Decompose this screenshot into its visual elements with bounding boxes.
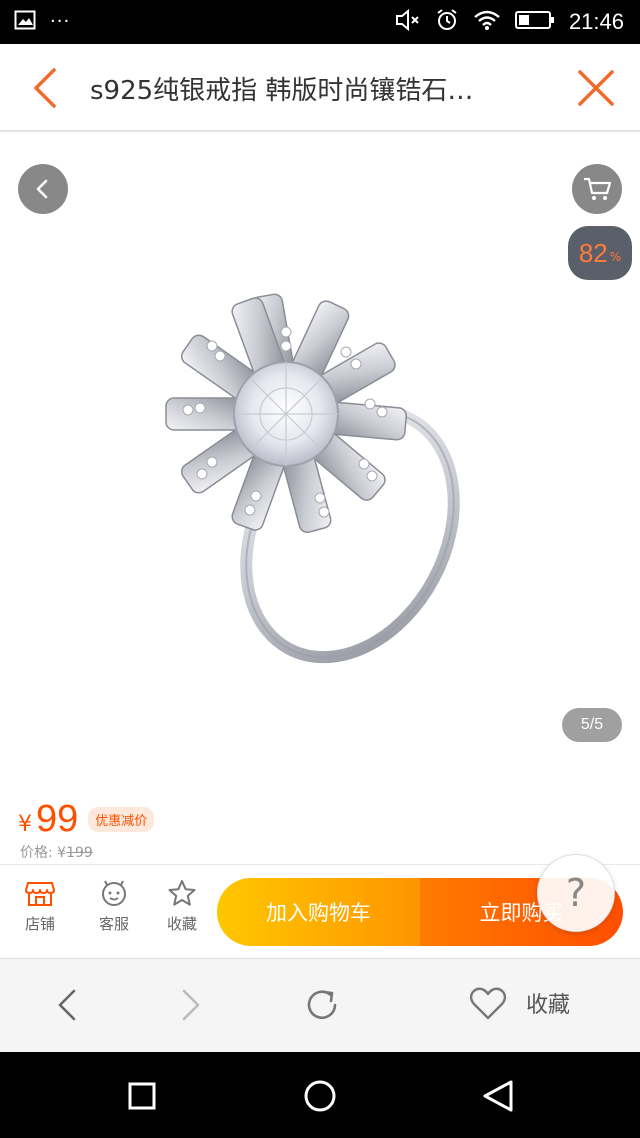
percent-value: 82 (578, 237, 608, 268)
clock: 21:46 (568, 9, 624, 34)
refresh-button[interactable] (302, 985, 342, 1025)
chevron-left-icon (58, 989, 76, 1021)
price-row: ¥ 99 优惠减价 (18, 798, 155, 841)
original-price-label: 价格: ¥ (20, 845, 67, 861)
close-button[interactable] (574, 66, 618, 110)
system-back-button[interactable] (478, 1076, 518, 1116)
promo-tag: 优惠减价 (88, 807, 155, 832)
system-nav-bar (0, 1052, 640, 1138)
home-button[interactable] (300, 1076, 340, 1116)
battery-icon (514, 9, 555, 35)
shop-button[interactable]: 店铺 (12, 879, 68, 934)
star-icon (168, 880, 196, 906)
more-notifications-icon: ··· (50, 11, 71, 32)
gallery-back-button[interactable] (18, 164, 68, 214)
chevron-left-icon (36, 179, 48, 199)
help-button[interactable]: ? (537, 854, 615, 932)
page-indicator: 5/5 (562, 708, 622, 742)
status-bar: ··· 21:46 (0, 0, 640, 44)
store-icon (25, 882, 55, 906)
original-price-row: 价格: ¥199 (20, 842, 93, 862)
product-image-ring (165, 293, 460, 664)
current-price: 99 (36, 798, 79, 840)
service-label: 客服 (98, 915, 129, 933)
original-price: 199 (66, 845, 93, 861)
browser-favorite-button[interactable]: 收藏 (468, 985, 570, 1021)
wifi-icon (473, 9, 501, 35)
mute-icon (395, 8, 421, 36)
title-bar: s925纯银戒指 韩版时尚镶锆石… (0, 44, 640, 132)
browser-back-button[interactable] (52, 985, 82, 1025)
page-title: s925纯银戒指 韩版时尚镶锆石… (90, 76, 474, 106)
square-icon (128, 1082, 156, 1110)
add-to-cart-button[interactable]: 加入购物车 (217, 878, 420, 946)
image-icon (14, 10, 36, 34)
percent-sign: % (609, 250, 622, 264)
shopping-cart-icon (584, 177, 612, 200)
browser-nav-bar: 收藏 (0, 958, 640, 1052)
browser-forward-button[interactable] (176, 985, 206, 1025)
currency-symbol: ¥ (18, 812, 32, 837)
browser-favorite-label: 收藏 (526, 993, 571, 1018)
recent-apps-button[interactable] (122, 1076, 162, 1116)
refresh-icon (307, 990, 337, 1020)
chevron-right-icon (182, 989, 200, 1021)
heart-icon (469, 987, 507, 1020)
customer-service-icon (102, 880, 126, 906)
favorite-label: 收藏 (166, 915, 197, 933)
back-button[interactable] (22, 64, 70, 112)
price-section: ¥ 99 优惠减价 价格: ¥199 (0, 794, 640, 864)
percent-badge: 82 % (568, 226, 632, 280)
alarm-icon (435, 8, 459, 36)
customer-service-button[interactable]: 客服 (86, 879, 142, 934)
favorite-button[interactable]: 收藏 (154, 879, 210, 934)
chevron-left-icon (34, 68, 56, 108)
triangle-back-icon (483, 1080, 513, 1112)
shop-label: 店铺 (24, 915, 55, 933)
close-icon (578, 70, 614, 106)
product-gallery[interactable]: 82 % 5/5 (0, 134, 640, 794)
cart-button[interactable] (572, 164, 622, 214)
circle-icon (304, 1080, 336, 1112)
